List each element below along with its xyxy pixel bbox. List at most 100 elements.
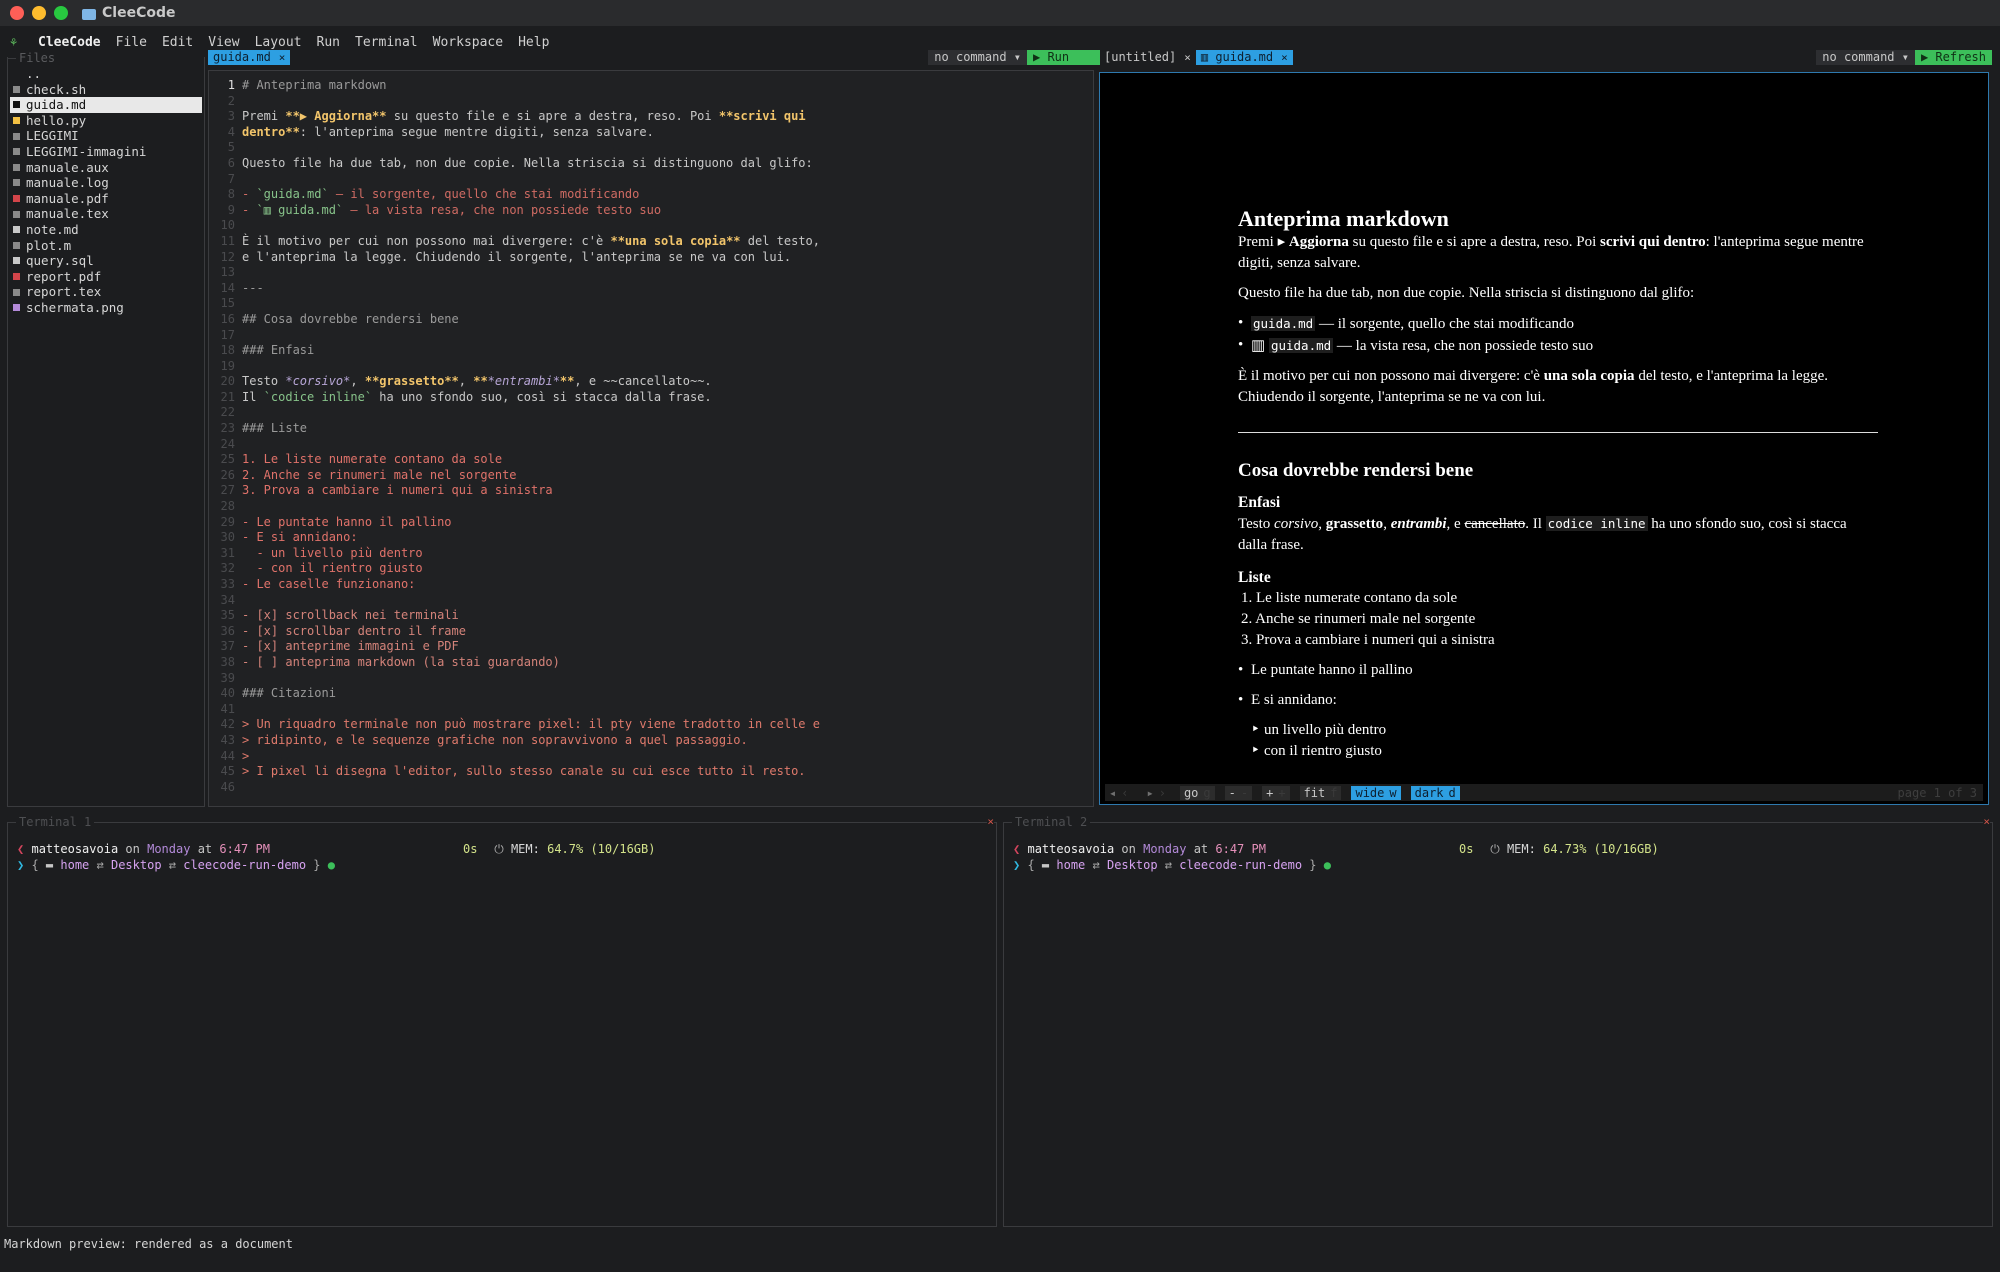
list-item: 1. Le liste numerate contano da sole (1241, 590, 1458, 606)
file-item[interactable]: hello.py (10, 113, 202, 129)
code-line: 10 (215, 218, 820, 234)
next-page-button[interactable]: ▸ › (1142, 786, 1169, 800)
preview-command-select[interactable]: no command ▾ (1816, 50, 1915, 65)
doc-heading-3: Enfasi (1238, 494, 1281, 511)
prev-page-button[interactable]: ◂ ‹ (1105, 786, 1132, 800)
folder-icon: ▬ (45, 858, 61, 872)
line-number: 21 (220, 389, 235, 404)
file-item[interactable]: report.tex (10, 284, 202, 300)
chevron-right-icon: ❯ (1013, 858, 1021, 872)
editor-tab-label: guida.md (213, 50, 271, 64)
code-token: — il sorgente, quello che stai modifican… (328, 187, 640, 202)
file-name: report.tex (26, 284, 102, 300)
dark-toggle[interactable]: dark d (1410, 785, 1460, 800)
editor-tab-guida[interactable]: guida.md × (208, 50, 291, 65)
maximize-window-button[interactable] (54, 6, 68, 20)
close-window-button[interactable] (10, 6, 24, 20)
file-item[interactable]: plot.m (10, 238, 202, 254)
line-number: 36 (220, 623, 235, 638)
zoom-out-button[interactable]: -- (1224, 785, 1253, 800)
preview-toolbar: ◂ ‹ ▸ › go g -- + + fit f wide w dark d page 1 … (1105, 784, 1983, 801)
chevron-left-icon: ❮ (17, 842, 25, 856)
code-token: dentro** (242, 124, 300, 139)
code-token: , e ~~cancellato~~. (574, 374, 712, 389)
chevron-left-icon: ❮ (1013, 842, 1021, 856)
file-item[interactable]: query.sql (10, 253, 202, 269)
doc-ordered-list: 1. Le liste numerate contano da sole 2. … (1238, 588, 1878, 651)
code-line: 31 - un livello più dentro (215, 546, 820, 562)
menu-file[interactable]: File (116, 35, 147, 50)
file-item[interactable]: guida.md (10, 97, 202, 113)
tab-untitled[interactable]: [untitled] × (1099, 50, 1196, 65)
code-line: 11 È il motivo per cui non possono mai di… (215, 234, 820, 250)
line-number: 9 (227, 202, 235, 217)
tab-preview-guida[interactable]: ▥ guida.md × (1195, 50, 1293, 65)
code-token: e l'anteprima la legge. Chiudendo il sor… (242, 249, 792, 264)
doc-paragraph: È il motivo per cui non possono mai dive… (1238, 368, 1829, 405)
close-icon[interactable]: × (279, 50, 286, 65)
chevron-right-icon: ❯ (17, 858, 25, 872)
file-item[interactable]: note.md (10, 222, 202, 238)
file-item[interactable]: schermata.png (10, 300, 202, 316)
editor-command-select[interactable]: no command ▾ (928, 50, 1027, 65)
code-token: > I pixel li disegna l'editor, sullo ste… (242, 764, 806, 779)
run-button[interactable]: ▶ Run (1027, 50, 1100, 65)
code-token: , (458, 374, 474, 389)
code-line: 2 (215, 94, 820, 110)
doc-heading-2: Cosa dovrebbe rendersi bene (1238, 460, 1474, 481)
code-token: - con il rientro giusto (242, 561, 423, 576)
code-token: --- (242, 280, 264, 295)
file-item[interactable]: manuale.aux (10, 160, 202, 176)
pdf-file-icon (13, 273, 20, 281)
menu-view[interactable]: View (208, 35, 239, 50)
code-token: ## Cosa dovrebbe rendersi bene (242, 311, 459, 326)
line-number: 43 (220, 732, 235, 747)
terminal-1[interactable]: Terminal 1 × ❮ matteosavoia on Monday at… (7, 815, 997, 1227)
menu-help[interactable]: Help (518, 35, 549, 50)
code-token: - un livello più dentro (242, 545, 423, 560)
wide-toggle[interactable]: wide w (1351, 785, 1401, 800)
line-number: 28 (220, 499, 235, 514)
file-item[interactable]: report.pdf (10, 269, 202, 285)
file-item[interactable]: .. (10, 66, 202, 82)
file-name: manuale.tex (26, 206, 109, 222)
file-item[interactable]: LEGGIMI (10, 128, 202, 144)
close-icon[interactable]: × (987, 815, 994, 828)
file-item[interactable]: manuale.tex (10, 206, 202, 222)
close-icon[interactable]: × (1281, 50, 1288, 65)
list-item: 3. Prova a cambiare i numeri qui a sinis… (1241, 632, 1495, 648)
code-line: 26 2. Anche se rinumeri male nel sorgente (215, 468, 820, 484)
file-item[interactable]: manuale.pdf (10, 191, 202, 207)
fit-button[interactable]: fit f (1299, 785, 1342, 800)
file-name: guida.md (26, 97, 87, 113)
status-bar: Markdown preview: rendered as a document (4, 1237, 293, 1251)
menu-brand[interactable]: CleeCode (38, 35, 101, 50)
go-button[interactable]: go g (1179, 785, 1215, 800)
file-item[interactable]: manuale.log (10, 175, 202, 191)
code-token: 2. Anche se rinumeri male nel sorgente (242, 467, 517, 482)
code-token: - Le caselle funzionano: (242, 577, 416, 591)
code-token: *entrambi* (487, 374, 560, 389)
zoom-in-button[interactable]: + + (1262, 785, 1290, 800)
file-item[interactable]: LEGGIMI-immagini (10, 144, 202, 160)
code-token: — la vista resa, che non possiede testo … (343, 202, 662, 217)
menu-workspace[interactable]: Workspace (433, 35, 503, 50)
terminal-2[interactable]: Terminal 2 × ❮ matteosavoia on Monday at… (1003, 815, 1993, 1227)
menu-terminal[interactable]: Terminal (355, 35, 418, 50)
code-line: 44 > (215, 749, 820, 765)
close-icon[interactable]: × (1983, 815, 1990, 828)
menu-layout[interactable]: Layout (255, 35, 302, 50)
line-number: 45 (220, 764, 235, 779)
minimize-window-button[interactable] (32, 6, 46, 20)
menu-run[interactable]: Run (317, 35, 340, 50)
file-name: LEGGIMI (26, 128, 79, 144)
refresh-button[interactable]: ▶ Refresh (1914, 50, 1992, 65)
file-item[interactable]: check.sh (10, 82, 202, 98)
menu-edit[interactable]: Edit (162, 35, 193, 50)
close-icon[interactable]: × (1184, 50, 1191, 65)
code-token: ** (473, 374, 488, 389)
terminal-title: Terminal 1 (16, 815, 95, 829)
code-editor[interactable]: 1 # Anteprima markdown 2 3 Premi **▶ Aggiorn… (208, 70, 1094, 807)
code-token: `▥ guida.md` (256, 202, 344, 217)
code-line: 16 ## Cosa dovrebbe rendersi bene (215, 312, 820, 328)
